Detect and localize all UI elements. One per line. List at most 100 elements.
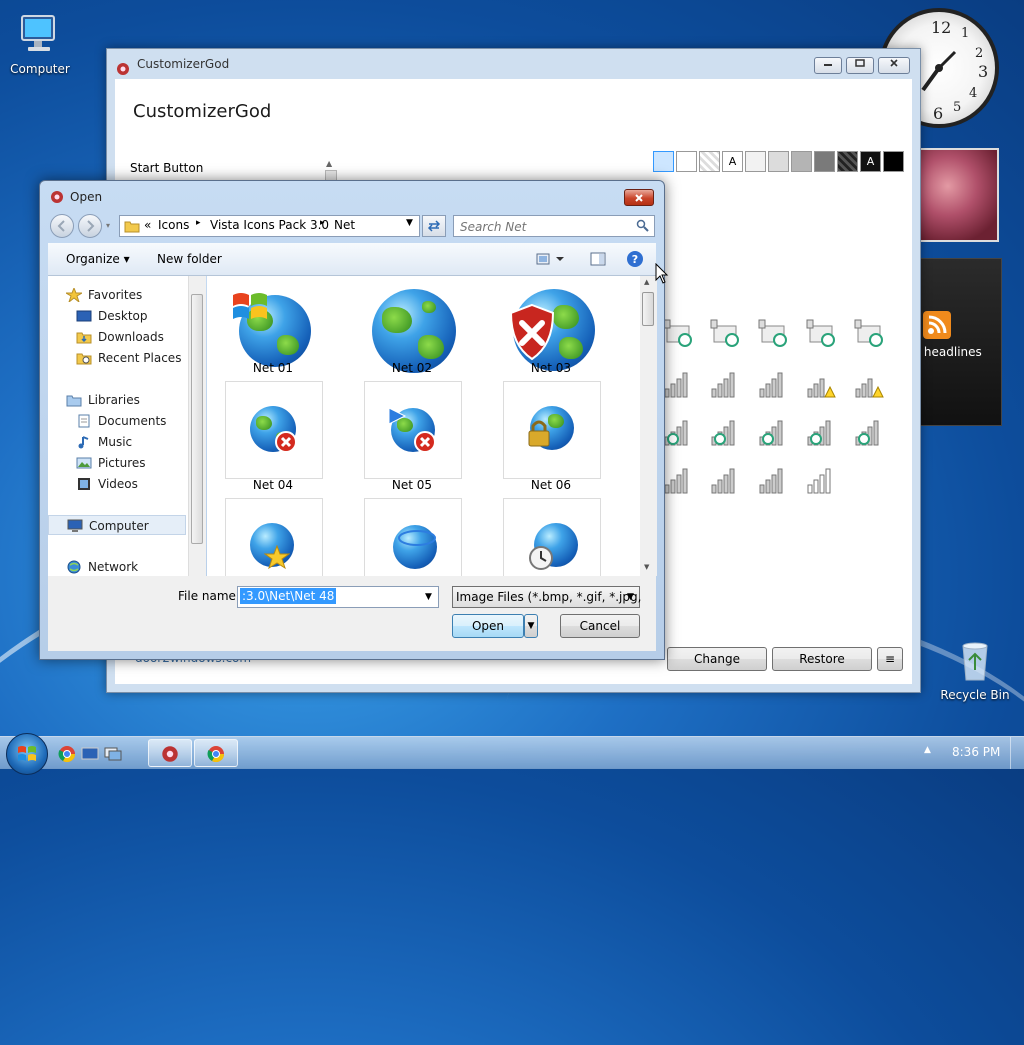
network-drive-icon[interactable]	[756, 316, 790, 350]
breadcrumb-icons[interactable]: Icons	[158, 218, 189, 232]
taskbar-chrome[interactable]	[194, 739, 238, 767]
start-button[interactable]	[6, 733, 48, 775]
nav-network[interactable]: Network	[62, 557, 138, 577]
refresh-button[interactable]	[422, 215, 446, 237]
network-drive-icon[interactable]	[804, 316, 838, 350]
organize-button[interactable]: Organize ▾	[66, 252, 130, 266]
recent-locations-icon[interactable]: ▾	[106, 221, 110, 230]
scroll-up-icon[interactable]: ▲	[644, 278, 649, 286]
open-dialog[interactable]: Open ▾ « Icons ▸ Vista Icons Pack 3.0 ▸ …	[39, 180, 665, 660]
background-swatch-black-letter[interactable]: A	[860, 151, 881, 172]
dialog-close-button[interactable]	[624, 189, 654, 206]
open-split-dropdown[interactable]: ▼	[524, 614, 538, 638]
quicklaunch-show-desktop[interactable]	[81, 745, 99, 766]
restore-button[interactable]: Restore	[772, 647, 872, 671]
nav-videos[interactable]: Videos	[72, 474, 138, 494]
back-button[interactable]	[50, 214, 74, 238]
network-drive-icon[interactable]	[661, 316, 695, 350]
nav-recent-places[interactable]: Recent Places	[72, 348, 181, 368]
background-swatch-white[interactable]	[676, 151, 697, 172]
signal-bars-icon[interactable]	[756, 463, 790, 497]
signal-bars-icon[interactable]	[756, 367, 790, 401]
network-drive-icon[interactable]	[852, 316, 886, 350]
taskbar-customizergod[interactable]	[148, 739, 192, 767]
slideshow-gadget[interactable]	[913, 148, 999, 242]
show-desktop-button[interactable]	[1010, 737, 1024, 769]
cancel-button[interactable]: Cancel	[560, 614, 640, 638]
nav-downloads[interactable]: Downloads	[72, 327, 164, 347]
nav-music[interactable]: Music	[72, 432, 132, 452]
nav-favorites[interactable]: Favorites	[62, 285, 142, 305]
file-item[interactable]	[364, 381, 462, 479]
quicklaunch-chrome[interactable]	[58, 745, 76, 766]
new-folder-button[interactable]: New folder	[157, 252, 222, 266]
background-swatch-silver[interactable]	[768, 151, 789, 172]
signal-connecting-icon[interactable]	[661, 415, 695, 449]
background-swatch-letter[interactable]: A	[722, 151, 743, 172]
preview-pane-button[interactable]	[590, 251, 606, 270]
background-swatch-light[interactable]	[745, 151, 766, 172]
breadcrumb-vista-icons-pack[interactable]: Vista Icons Pack 3.0	[210, 218, 329, 232]
nav-libraries[interactable]: Libraries	[62, 390, 140, 410]
forward-button[interactable]	[78, 214, 102, 238]
search-input[interactable]	[458, 217, 632, 237]
breadcrumb-overflow[interactable]: «	[144, 218, 151, 232]
address-bar[interactable]: « Icons ▸ Vista Icons Pack 3.0 ▸ Net ▼	[119, 215, 420, 237]
file-type-select[interactable]: Image Files (*.bmp, *.gif, *.jpg, ▼	[452, 586, 641, 608]
nav-desktop[interactable]: Desktop	[72, 306, 148, 326]
quicklaunch-switch-windows[interactable]	[104, 745, 122, 766]
background-swatch-darkgray[interactable]	[814, 151, 835, 172]
network-drive-icon[interactable]	[708, 316, 742, 350]
background-swatch-gray[interactable]	[791, 151, 812, 172]
signal-connecting-icon[interactable]	[756, 415, 790, 449]
nav-scrollbar-thumb[interactable]	[191, 294, 203, 544]
menu-button[interactable]: ≡	[877, 647, 903, 671]
minimize-button[interactable]	[814, 57, 842, 74]
signal-bars-icon[interactable]	[804, 463, 838, 497]
taskbar-clock[interactable]: 8:36 PM	[952, 745, 1000, 759]
close-button[interactable]	[878, 57, 910, 74]
desktop-icon-recycle-bin[interactable]: Recycle Bin	[935, 636, 1015, 702]
maximize-button[interactable]	[846, 57, 874, 74]
breadcrumb-net[interactable]: Net	[334, 218, 355, 232]
file-name-dropdown-icon[interactable]: ▼	[425, 587, 432, 607]
file-item[interactable]	[503, 498, 601, 577]
background-swatch-dark-transparent[interactable]	[837, 151, 858, 172]
show-hidden-icons-icon[interactable]: ▲	[924, 745, 931, 755]
file-item[interactable]	[503, 381, 601, 479]
file-name-value[interactable]: :3.0\Net\Net 48	[240, 588, 337, 604]
view-options-button[interactable]	[536, 251, 566, 270]
file-list-scrollbar[interactable]: ▲ ▼	[640, 276, 657, 576]
background-swatch-transparent[interactable]	[699, 151, 720, 172]
nav-pictures[interactable]: Pictures	[72, 453, 146, 473]
breadcrumb-separator[interactable]: ▸	[196, 218, 201, 228]
search-box[interactable]	[453, 215, 655, 237]
change-button[interactable]: Change	[667, 647, 767, 671]
breadcrumb-separator[interactable]: ▸	[320, 218, 325, 228]
open-button[interactable]: Open	[452, 614, 524, 638]
background-swatch-black[interactable]	[883, 151, 904, 172]
feed-headlines-gadget[interactable]: y headlines	[912, 258, 1002, 426]
scroll-down-icon[interactable]: ▼	[644, 563, 649, 571]
signal-connecting-icon[interactable]	[804, 415, 838, 449]
nav-documents[interactable]: Documents	[72, 411, 166, 431]
signal-warning-icon[interactable]	[852, 367, 886, 401]
nav-computer[interactable]: Computer	[48, 515, 186, 535]
file-list-scrollbar-thumb[interactable]	[642, 292, 654, 326]
background-swatch-selected[interactable]	[653, 151, 674, 172]
file-type-dropdown-icon[interactable]: ▼	[627, 587, 634, 607]
signal-connecting-icon[interactable]	[852, 415, 886, 449]
signal-warning-icon[interactable]	[804, 367, 838, 401]
help-button[interactable]: ?	[626, 250, 644, 271]
file-item[interactable]	[225, 381, 323, 479]
signal-bars-icon[interactable]	[661, 463, 695, 497]
list-scroll-up-icon[interactable]: ▲	[326, 159, 332, 168]
file-item[interactable]	[364, 498, 462, 577]
file-item[interactable]	[225, 498, 323, 577]
signal-bars-icon[interactable]	[708, 367, 742, 401]
signal-bars-icon[interactable]	[708, 463, 742, 497]
nav-scrollbar[interactable]	[188, 276, 206, 576]
window-titlebar[interactable]: CustomizerGod	[107, 49, 920, 79]
signal-bars-icon[interactable]	[661, 367, 695, 401]
desktop-icon-computer[interactable]: Computer	[0, 10, 80, 76]
